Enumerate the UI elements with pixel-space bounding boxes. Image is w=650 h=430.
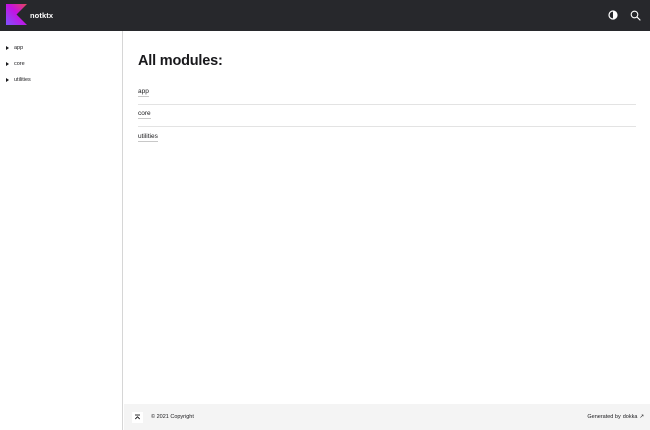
scroll-to-top-button[interactable] <box>132 412 143 423</box>
module-link-utilities[interactable]: utilities <box>138 133 158 142</box>
footer: © 2021 Copyright Generated by dokka ↗ <box>124 404 650 430</box>
expand-triangle-icon[interactable] <box>6 62 9 66</box>
arrow-to-top-icon <box>134 414 141 420</box>
expand-triangle-icon[interactable] <box>6 46 9 50</box>
copyright-text: © 2021 Copyright <box>151 414 194 420</box>
generated-by: Generated by dokka ↗ <box>587 404 644 430</box>
module-row: core <box>138 105 636 127</box>
module-row: utilities <box>138 128 636 150</box>
arrow-up-right-icon: ↗ <box>639 414 644 420</box>
dokka-link[interactable]: dokka <box>623 414 638 420</box>
half-circle-icon <box>608 10 618 20</box>
search-button[interactable] <box>629 9 641 21</box>
main-content: All modules: app core utilities <box>124 31 650 404</box>
page-title: All modules: <box>138 53 223 69</box>
generated-prefix: Generated by <box>587 414 621 420</box>
search-icon <box>630 10 641 21</box>
app-name[interactable]: notktx <box>30 0 53 31</box>
expand-triangle-icon[interactable] <box>6 78 9 82</box>
module-link-core[interactable]: core <box>138 110 151 119</box>
sidebar-item-label[interactable]: utilities <box>14 77 31 83</box>
sidebar-item-label[interactable]: app <box>14 45 23 51</box>
sidebar-item-label[interactable]: core <box>14 61 25 67</box>
top-navbar: notktx <box>0 0 650 31</box>
module-row: app <box>138 83 636 105</box>
sidebar: app core utilities <box>0 31 123 430</box>
module-link-app[interactable]: app <box>138 88 149 97</box>
kotlin-logo-icon[interactable] <box>6 4 27 25</box>
sidebar-item-utilities[interactable]: utilities <box>6 75 31 85</box>
theme-toggle-button[interactable] <box>607 9 619 21</box>
sidebar-item-core[interactable]: core <box>6 59 25 69</box>
sidebar-item-app[interactable]: app <box>6 43 23 53</box>
